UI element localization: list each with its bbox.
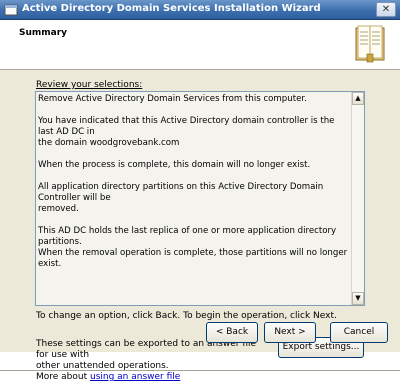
window-app-icon <box>4 4 18 16</box>
summary-paragraph: When the process is complete, this domai… <box>38 160 311 170</box>
back-button[interactable]: < Back <box>206 322 258 343</box>
wizard-body: Review your selections: Remove Active Di… <box>0 70 400 382</box>
window-title: Active Directory Domain Services Install… <box>22 3 321 14</box>
close-button[interactable]: ✕ <box>376 2 396 17</box>
close-icon: ✕ <box>381 4 391 15</box>
title-bar: Active Directory Domain Services Install… <box>0 0 400 20</box>
scroll-down-arrow-icon[interactable]: ▼ <box>352 292 364 305</box>
answer-file-link[interactable]: using an answer file <box>90 372 180 382</box>
export-more-line: More about using an answer file <box>36 372 181 382</box>
summary-paragraph: You have indicated that this Active Dire… <box>38 116 335 148</box>
divider <box>0 370 400 372</box>
summary-paragraph: All application directory partitions on … <box>38 182 324 214</box>
summary-paragraph: Remove Active Directory Domain Services … <box>38 94 307 104</box>
export-description: These settings can be exported to an ans… <box>36 339 266 383</box>
wizard-header: Summary <box>0 20 400 70</box>
summary-paragraph: This AD DC holds the last replica of one… <box>38 226 348 269</box>
summary-text: Remove Active Directory Domain Services … <box>38 94 348 281</box>
review-label: Review your selections: <box>36 80 143 90</box>
book-icon <box>355 25 385 63</box>
vertical-scrollbar[interactable]: ▲ ▼ <box>351 92 364 305</box>
scroll-up-arrow-icon[interactable]: ▲ <box>352 92 364 105</box>
instruction-text: To change an option, click Back. To begi… <box>36 311 337 321</box>
summary-textbox[interactable]: Remove Active Directory Domain Services … <box>35 91 365 306</box>
cancel-button[interactable]: Cancel <box>330 322 388 343</box>
page-title: Summary <box>19 28 68 38</box>
next-button[interactable]: Next > <box>264 322 316 343</box>
